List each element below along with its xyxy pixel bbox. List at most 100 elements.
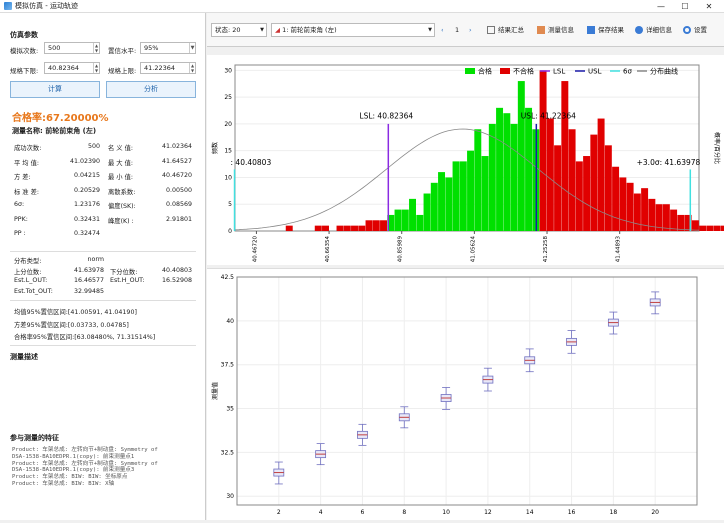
- histogram-bar: [554, 145, 562, 231]
- stat-value: 0.20529: [73, 186, 100, 194]
- legend-swatch: [500, 68, 510, 74]
- close-button[interactable]: ✕: [698, 0, 720, 13]
- histogram-bar: [633, 193, 641, 231]
- ci-line: 方差95%置信区间:[0.03733, 0.04785]: [14, 321, 129, 329]
- histogram-bar: [699, 225, 707, 231]
- maximize-button[interactable]: ☐: [674, 0, 696, 13]
- histogram-bar: [459, 161, 467, 231]
- histogram-bar: [365, 220, 373, 231]
- histogram-bar: [510, 123, 518, 231]
- legend-label: 6σ: [623, 68, 632, 76]
- settings-button[interactable]: 设置: [683, 23, 707, 37]
- stat-value: 41.64527: [161, 157, 192, 165]
- lsl-input[interactable]: 40.82364 ▲ ▼: [44, 62, 100, 74]
- histogram-bar: [488, 123, 496, 231]
- analyze-button[interactable]: 分析: [106, 81, 196, 98]
- histogram-bar: [409, 198, 417, 231]
- summary-icon: [487, 26, 495, 34]
- histogram-bar: [525, 107, 533, 231]
- spin-arrows-icon[interactable]: ▲ ▼: [93, 63, 99, 73]
- stat-value: 41.02390: [69, 157, 100, 165]
- histogram-bar: [452, 161, 460, 231]
- lower-6sigma-label: : 40.40803: [231, 158, 272, 167]
- chevron-down-icon: ▼: [189, 43, 195, 53]
- x-tick-label: 4: [319, 509, 323, 516]
- histogram-bar: [423, 193, 431, 231]
- summary-button[interactable]: 结果汇总: [487, 23, 524, 37]
- x-tick-label: 41.05624: [470, 236, 476, 263]
- dist-value: 41.63978: [73, 266, 104, 274]
- dist-label: Est.L_OUT:: [14, 277, 48, 284]
- histogram-bar: [561, 81, 569, 231]
- usl-label: 规格上限:: [108, 67, 137, 75]
- usl-input[interactable]: 41.22364 ▲ ▼: [140, 62, 196, 74]
- x-tick-label: 40.85989: [398, 236, 404, 263]
- measure-select[interactable]: ◢ 1: 前轮前束角 (左) ▼: [271, 23, 435, 37]
- legend-label: 不合格: [513, 67, 534, 76]
- dist-label: Est.H_OUT:: [110, 277, 145, 284]
- prev-page-button[interactable]: ‹: [441, 23, 444, 37]
- boxplot-svg: 30 32.5 35 37.5 40 42.5 2 4 6 8 10 12 14 16 18 20 测量值: [211, 274, 698, 516]
- measure-info-button[interactable]: 测量信息: [537, 23, 574, 37]
- save-result-button[interactable]: 保存结果: [587, 23, 624, 37]
- histogram-bar: [416, 214, 424, 231]
- feature-list: Product: 车架总成: 左转向节+制动盘: Symmetry of DSA…: [12, 447, 158, 487]
- next-page-button[interactable]: ›: [469, 23, 472, 37]
- stat-label: 方 差:: [14, 174, 31, 181]
- y-tick-label: 0: [228, 228, 232, 235]
- dist-label: 上分位数:: [14, 268, 42, 276]
- stat-label: 成功次数:: [14, 145, 42, 152]
- ruler-icon: [537, 26, 545, 34]
- desc-title: 测量描述: [10, 353, 38, 361]
- feature-title: 参与测量的特征: [10, 434, 59, 442]
- x-tick-label: 40.66354: [325, 236, 331, 263]
- minimize-button[interactable]: —: [650, 0, 672, 13]
- stat-label: PPK:: [14, 215, 28, 223]
- info-icon: [635, 26, 643, 34]
- legend-swatch: [465, 68, 475, 74]
- histogram-bar: [401, 209, 409, 231]
- ci-line: 合格率95%置信区间:[63.08480%, 71.31514%]: [14, 334, 156, 341]
- spin-arrows-icon[interactable]: ▲ ▼: [93, 43, 99, 53]
- spin-arrows-icon[interactable]: ▲ ▼: [189, 63, 195, 73]
- conf-label: 置信水平:: [108, 47, 137, 55]
- window-title: 模拟仿真 - 运动轨迹: [15, 2, 78, 10]
- stat-label: 名 义 值:: [108, 145, 134, 152]
- sim-params-title: 仿真参数: [10, 31, 38, 39]
- dist-value: 16.46577: [73, 277, 104, 284]
- x-tick-label: 41.44893: [616, 236, 622, 263]
- x-tick-label: 10: [442, 509, 450, 516]
- histogram-bar: [372, 220, 380, 231]
- gear-icon: [683, 26, 691, 34]
- stat-label: 6σ:: [14, 201, 25, 208]
- legend-label: 合格: [478, 67, 492, 76]
- histogram-bar: [358, 225, 366, 231]
- histogram-bar: [590, 134, 598, 231]
- conf-select[interactable]: 95% ▼: [140, 42, 196, 54]
- dist-label: 下分位数:: [110, 268, 138, 276]
- stat-value: 0.32474: [73, 230, 100, 237]
- x-tick-label: 14: [526, 509, 534, 516]
- dist-value: 40.40803: [161, 266, 192, 274]
- histogram-bar: [496, 107, 504, 231]
- histogram-bar: [394, 209, 402, 231]
- stat-value: 40.46720: [161, 172, 192, 179]
- legend-label: 分布曲线: [650, 67, 678, 76]
- y-tick-label: 30: [226, 493, 234, 500]
- detail-info-button[interactable]: 详细信息: [635, 23, 672, 37]
- x-tick-label: 20: [651, 509, 659, 516]
- stat-value: 0.08569: [165, 201, 192, 208]
- histogram-bar: [612, 166, 620, 231]
- histogram-bar: [619, 177, 627, 231]
- dist-value: 16.52908: [161, 277, 192, 284]
- stat-label: 峰度(K) :: [108, 217, 134, 225]
- calc-button[interactable]: 计算: [10, 81, 100, 98]
- y-axis-label: 测量值: [211, 382, 219, 400]
- state-select[interactable]: 状态: 20 ▼: [211, 23, 267, 37]
- legend-label: LSL: [553, 68, 565, 76]
- sim-count-input[interactable]: 500 ▲ ▼: [44, 42, 100, 54]
- x-tick-label: 2: [277, 509, 281, 516]
- stat-value: 500: [87, 143, 100, 150]
- x-tick-label: 6: [361, 509, 365, 516]
- histogram-bar: [583, 156, 591, 231]
